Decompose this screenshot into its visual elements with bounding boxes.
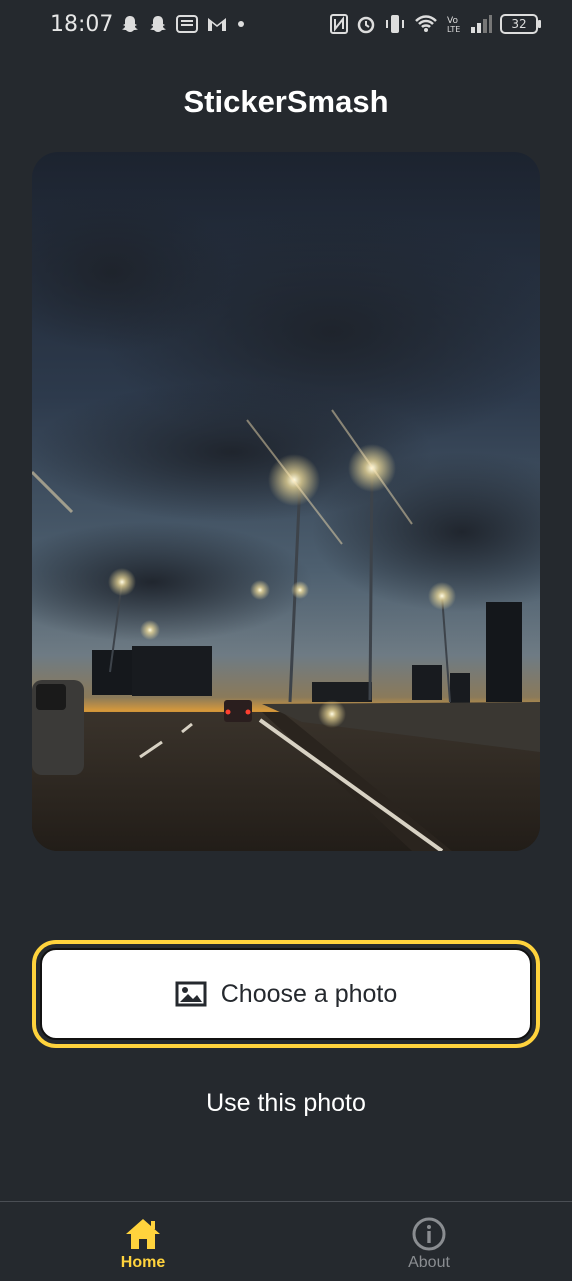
status-time: 18:07 <box>50 12 114 37</box>
notification-icons <box>120 14 246 34</box>
bottom-tab-bar: Home About <box>0 1201 572 1281</box>
choose-photo-label: Choose a photo <box>220 979 398 1008</box>
tab-about[interactable]: About <box>286 1202 572 1281</box>
choose-photo-button[interactable]: Choose a photo <box>40 948 532 1040</box>
choose-photo-outline: Choose a photo <box>32 940 540 1048</box>
svg-text:LTE: LTE <box>447 25 460 34</box>
status-bar: 18:07 Vo LTE 32 <box>0 0 572 52</box>
battery-indicator: 32 <box>500 14 541 34</box>
use-photo-label: Use this photo <box>206 1088 366 1117</box>
selected-photo <box>32 152 540 851</box>
gmail-icon <box>206 15 228 33</box>
volte-icon: Vo LTE <box>446 14 462 34</box>
dot-icon <box>236 19 246 29</box>
snapchat-icon <box>120 14 140 34</box>
picture-icon <box>175 981 207 1007</box>
info-icon <box>411 1216 447 1252</box>
tab-about-label: About <box>408 1254 450 1271</box>
signal-icon <box>470 14 492 34</box>
home-icon <box>124 1216 162 1252</box>
tab-home-label: Home <box>120 1254 166 1271</box>
nfc-icon <box>330 14 348 34</box>
wifi-icon <box>414 14 438 34</box>
news-icon <box>176 14 198 34</box>
app-title: StickerSmash <box>183 84 389 119</box>
system-icons: Vo LTE 32 <box>330 14 541 34</box>
snapchat-icon <box>148 14 168 34</box>
tab-home[interactable]: Home <box>0 1202 286 1281</box>
use-photo-button[interactable]: Use this photo <box>32 1078 540 1128</box>
vibrate-icon <box>384 14 406 34</box>
alarm-icon <box>356 14 376 34</box>
